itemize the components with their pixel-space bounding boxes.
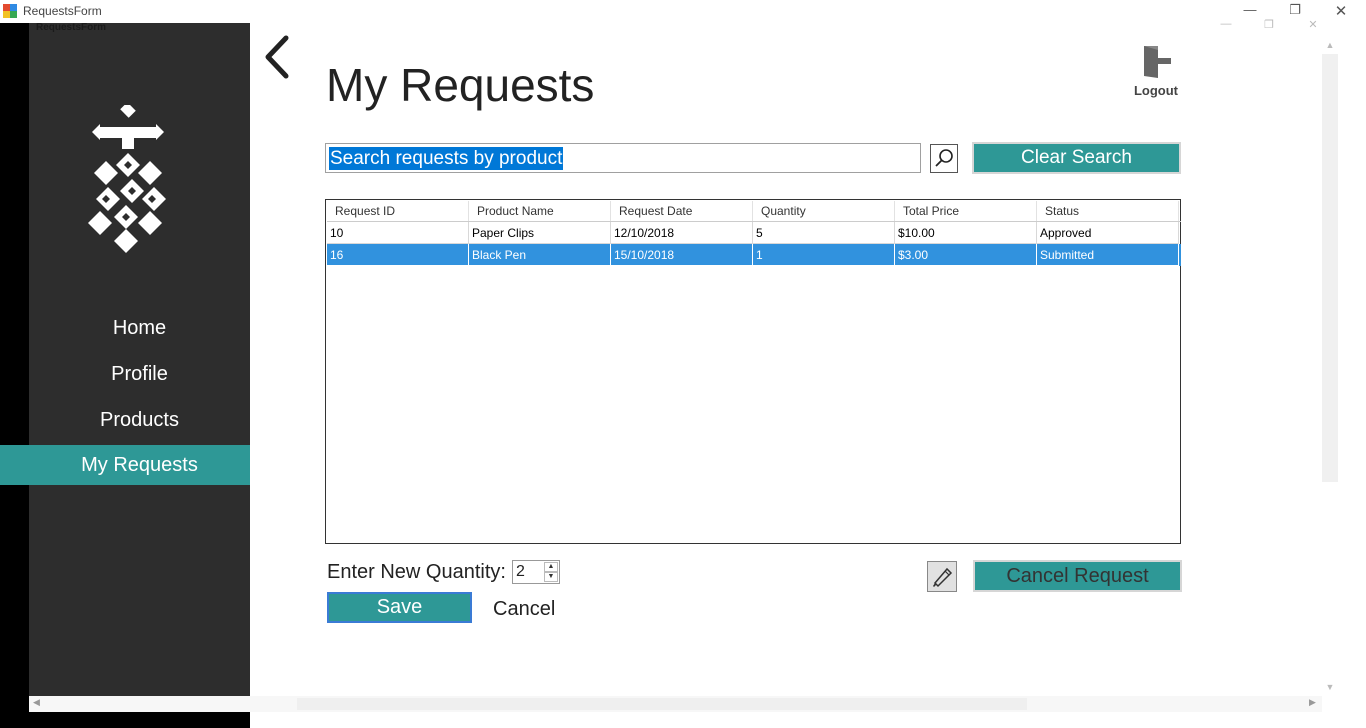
cancel-button[interactable]: Cancel xyxy=(493,598,555,621)
scrollbar-thumb[interactable] xyxy=(297,698,1027,710)
table-row-selected[interactable]: 16 Black Pen 15/10/2018 1 $3.00 Submitte… xyxy=(327,244,1181,266)
table-cell: 16 xyxy=(327,244,469,266)
column-header[interactable]: Total Price xyxy=(895,201,1037,221)
title-bar: RequestsForm — ❐ ✕ xyxy=(0,0,1366,23)
search-icon xyxy=(935,149,953,167)
stepper-up-icon[interactable]: ▲ xyxy=(544,562,558,572)
search-button[interactable] xyxy=(930,144,958,173)
column-header[interactable]: Quantity xyxy=(753,201,895,221)
search-input[interactable]: Search requests by product xyxy=(325,143,921,173)
clear-search-button[interactable]: Clear Search xyxy=(972,142,1181,174)
horizontal-scrollbar[interactable]: ◀ ▶ xyxy=(29,696,1322,712)
table-cell: 5 xyxy=(753,222,895,244)
scroll-right-icon[interactable]: ▶ xyxy=(1309,697,1316,708)
save-button[interactable]: Save xyxy=(327,592,472,623)
column-header[interactable]: Request ID xyxy=(327,201,469,221)
table-cell: Approved xyxy=(1037,222,1179,244)
quantity-label: Enter New Quantity: xyxy=(327,561,506,583)
sidebar-item-label: My Requests xyxy=(81,454,198,476)
sidebar-item-home[interactable]: Home xyxy=(0,308,250,348)
table-cell: $3.00 xyxy=(895,244,1037,266)
bottom-edge xyxy=(29,712,250,728)
quantity-stepper[interactable]: 2 ▲ ▼ xyxy=(512,560,560,584)
table-cell: 1 xyxy=(753,244,895,266)
table-cell: $10.00 xyxy=(895,222,1037,244)
close-button[interactable]: ✕ xyxy=(1329,2,1353,20)
back-arrow-icon[interactable] xyxy=(262,34,292,80)
table-row[interactable]: 10 Paper Clips 12/10/2018 5 $10.00 Appro… xyxy=(327,222,1181,244)
pencil-icon xyxy=(933,567,953,588)
requests-table[interactable]: Request ID Product Name Request Date Qua… xyxy=(325,199,1181,544)
table-cell: 10 xyxy=(327,222,469,244)
sidebar-item-label: Products xyxy=(100,409,179,431)
column-header[interactable]: Status xyxy=(1037,201,1179,221)
sidebar-item-my-requests[interactable]: My Requests xyxy=(0,445,250,485)
inner-minimize-button[interactable]: — xyxy=(1216,18,1236,30)
stepper-arrows: ▲ ▼ xyxy=(544,562,558,582)
search-input-value: Search requests by product xyxy=(329,147,564,170)
inner-restore-button[interactable]: ❐ xyxy=(1259,18,1279,31)
page-title: My Requests xyxy=(326,59,595,111)
sidebar-item-products[interactable]: Products xyxy=(0,400,250,440)
quantity-value: 2 xyxy=(516,563,525,580)
column-header[interactable]: Product Name xyxy=(469,201,611,221)
logo-icon xyxy=(88,105,166,253)
stepper-down-icon[interactable]: ▼ xyxy=(544,572,558,582)
sidebar-item-profile[interactable]: Profile xyxy=(0,354,250,394)
scroll-down-icon[interactable]: ▼ xyxy=(1322,682,1338,692)
table-cell: Black Pen xyxy=(469,244,611,266)
table-cell: 12/10/2018 xyxy=(611,222,753,244)
vertical-scrollbar[interactable]: ▲ ▼ xyxy=(1322,40,1338,696)
table-cell: Paper Clips xyxy=(469,222,611,244)
edit-button[interactable] xyxy=(927,561,957,592)
inner-close-button[interactable]: ✕ xyxy=(1303,18,1323,31)
logout-label: Logout xyxy=(1133,83,1179,98)
sidebar-item-label: Profile xyxy=(111,363,168,385)
restore-button[interactable]: ❐ xyxy=(1283,2,1307,18)
logout-icon xyxy=(1144,46,1171,78)
cancel-request-button[interactable]: Cancel Request xyxy=(973,560,1182,592)
scroll-up-icon[interactable]: ▲ xyxy=(1322,40,1338,50)
minimize-button[interactable]: — xyxy=(1238,2,1262,17)
table-cell: Submitted xyxy=(1037,244,1179,266)
app-icon xyxy=(3,4,17,18)
inner-window-title: RequestsForm xyxy=(36,22,107,33)
scrollbar-thumb[interactable] xyxy=(1322,54,1338,482)
table-cell: 15/10/2018 xyxy=(611,244,753,266)
scroll-left-icon[interactable]: ◀ xyxy=(33,697,40,708)
window-title: RequestsForm xyxy=(23,4,102,18)
logout-button[interactable]: Logout xyxy=(1128,44,1184,98)
table-header: Request ID Product Name Request Date Qua… xyxy=(327,201,1181,222)
sidebar-item-label: Home xyxy=(112,317,167,339)
column-header[interactable]: Request Date xyxy=(611,201,753,221)
